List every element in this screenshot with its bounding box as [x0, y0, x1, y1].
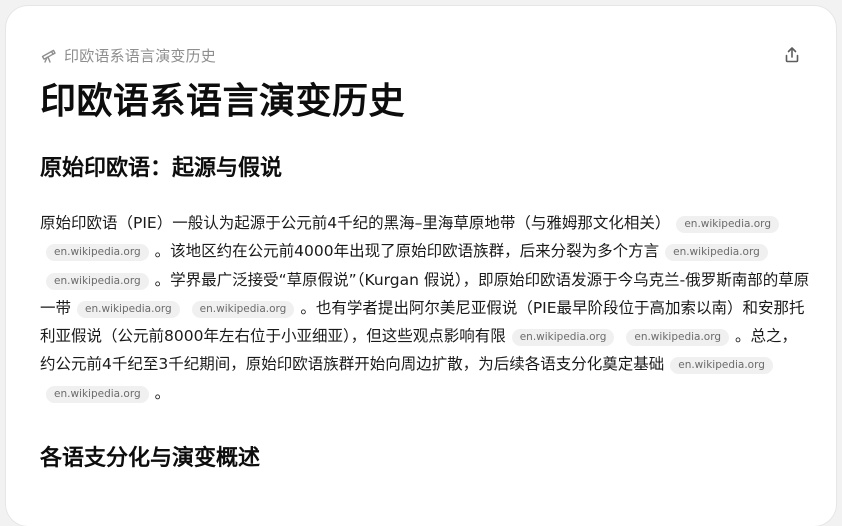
section-heading: 各语支分化与演变概述: [40, 446, 261, 471]
citation-chip[interactable]: en.wikipedia.org: [665, 244, 768, 262]
header-bar: 印欧语系语言演变历史: [40, 44, 802, 66]
citation-chip[interactable]: en.wikipedia.org: [626, 329, 730, 347]
section-heading: 原始印欧语：起源与假说: [40, 156, 283, 181]
paragraph: 原始印欧语（PIE）一般认为起源于公元前4千纪的黑海–里海草原地带（与雅姆那文化…: [40, 209, 810, 407]
citation-chip[interactable]: en.wikipedia.org: [46, 244, 149, 262]
paragraph-text: 。该地区约在公元前4000年出现了原始印欧语族群，后来分裂为多个方言: [154, 242, 660, 261]
citation-chip[interactable]: en.wikipedia.org: [46, 385, 149, 403]
citation-chip[interactable]: en.wikipedia.org: [77, 300, 180, 318]
citation-chip[interactable]: en.wikipedia.org: [670, 357, 773, 375]
paragraph-text: 原始印欧语（PIE）一般认为起源于公元前4千纪的黑海–里海草原地带（与雅姆那文化…: [40, 214, 671, 232]
page-title: 印欧语系语言演变历史: [40, 81, 406, 122]
citation-chip[interactable]: en.wikipedia.org: [511, 329, 615, 347]
share-button[interactable]: [782, 45, 802, 65]
paragraph-text: 。: [154, 383, 171, 402]
citation-chip[interactable]: en.wikipedia.org: [46, 272, 149, 290]
breadcrumb[interactable]: 印欧语系语言演变历史: [64, 45, 216, 66]
citation-chip[interactable]: en.wikipedia.org: [676, 216, 779, 233]
share-icon: [785, 47, 799, 63]
telescope-icon: [40, 47, 56, 63]
content-card: 印欧语系语言演变历史 印欧语系语言演变历史 原始印欧语：起源与假说 原始印欧语（…: [6, 6, 836, 526]
citation-chip[interactable]: en.wikipedia.org: [191, 300, 295, 318]
